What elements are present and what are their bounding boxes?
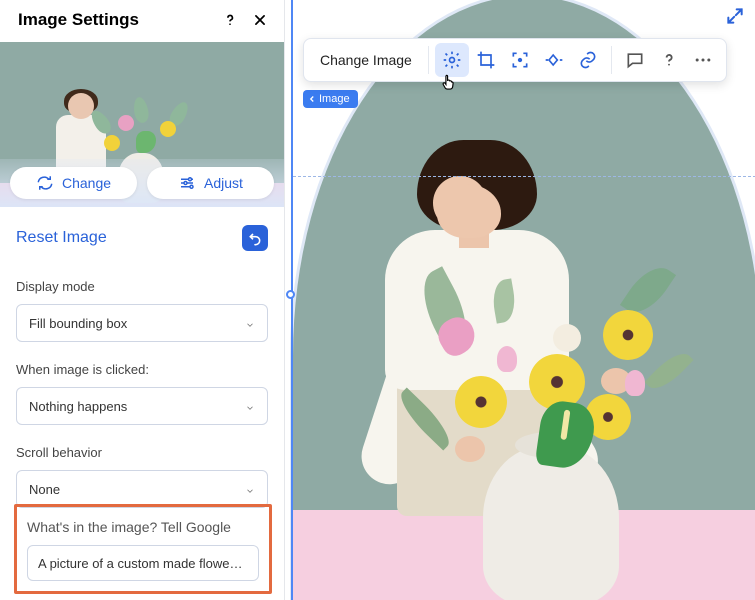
canvas-area: Image Change Image [285,0,755,600]
close-icon[interactable] [250,10,270,30]
adjust-button-label: Adjust [204,175,243,191]
on-click-label: When image is clicked: [16,362,268,377]
image-element[interactable] [293,0,755,600]
image-preview: Change Adjust [0,42,284,207]
alt-text-highlight: What's in the image? Tell Google A pictu… [14,504,272,594]
adjust-button[interactable]: Adjust [147,167,274,199]
change-button[interactable]: Change [10,167,137,199]
display-mode-select[interactable]: Fill bounding box [16,304,268,342]
on-click-select[interactable]: Nothing happens [16,387,268,425]
resize-handle-left[interactable] [286,290,295,299]
sidebar-title: Image Settings [18,10,139,30]
alt-text-label: What's in the image? Tell Google [27,519,259,535]
display-mode-label: Display mode [16,279,268,294]
display-mode-value: Fill bounding box [29,316,127,331]
sidebar-header-actions [220,10,270,30]
scroll-behavior-value: None [29,482,60,497]
on-click-section: When image is clicked: Nothing happens [0,352,284,435]
chevron-down-icon [245,318,255,328]
display-mode-section: Display mode Fill bounding box [0,269,284,352]
link-icon[interactable] [571,43,605,77]
image-toolbar: Change Image [303,38,727,82]
help-toolbar-icon[interactable] [652,43,686,77]
element-badge-label: Image [319,93,350,105]
on-click-value: Nothing happens [29,399,127,414]
settings-sidebar: Image Settings [0,0,285,600]
alt-text-value: A picture of a custom made flowe… [38,556,242,571]
preview-overlay: Change Adjust [0,159,284,207]
expand-icon[interactable] [725,6,745,26]
chevron-down-icon [245,484,255,494]
undo-button[interactable] [242,225,268,251]
crop-icon[interactable] [469,43,503,77]
animation-icon[interactable] [537,43,571,77]
chevron-down-icon [245,401,255,411]
guide-line [293,176,755,177]
comment-icon[interactable] [618,43,652,77]
change-image-button[interactable]: Change Image [310,52,422,68]
reset-row: Reset Image [0,207,284,269]
more-icon[interactable] [686,43,720,77]
toolbar-separator [611,46,612,74]
element-badge[interactable]: Image [303,90,358,108]
alt-text-input[interactable]: A picture of a custom made flowe… [27,545,259,581]
reset-image-link[interactable]: Reset Image [16,229,107,247]
settings-gear-icon[interactable] [435,43,469,77]
change-button-label: Change [62,175,111,191]
toolbar-separator [428,46,429,74]
help-icon[interactable] [220,10,240,30]
scroll-behavior-label: Scroll behavior [16,445,268,460]
sidebar-header: Image Settings [0,0,284,42]
focal-point-icon[interactable] [503,43,537,77]
scroll-behavior-select[interactable]: None [16,470,268,508]
